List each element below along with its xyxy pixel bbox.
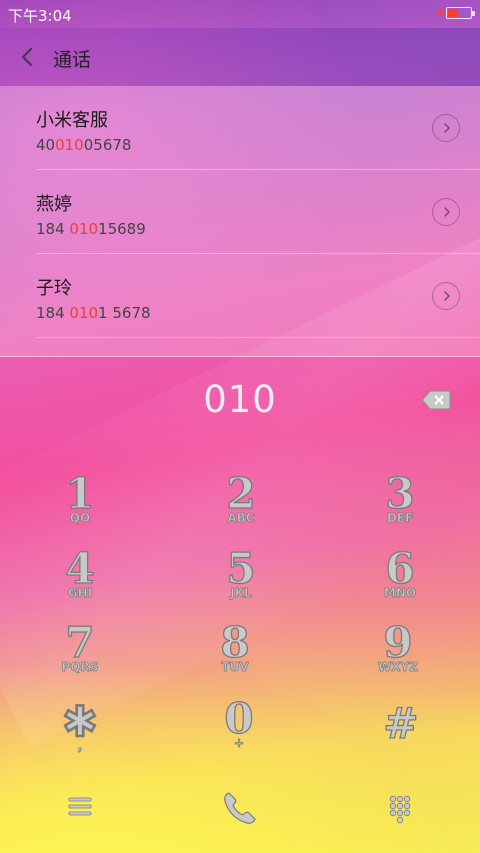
chevron-left-icon — [22, 48, 32, 66]
key-star[interactable]: ✱ , — [20, 699, 140, 772]
battery-charging-icon: + — [436, 5, 475, 19]
contact-detail-button[interactable] — [432, 114, 460, 142]
key-5[interactable]: 5 JKL — [181, 546, 301, 619]
chevron-right-icon — [444, 291, 450, 301]
contact-detail-button[interactable] — [432, 198, 460, 226]
back-button[interactable] — [14, 42, 42, 72]
key-9[interactable]: 9 WXYZ — [338, 620, 458, 693]
contact-detail-button[interactable] — [432, 282, 460, 310]
key-6[interactable]: 6 MNO — [340, 546, 460, 619]
call-button[interactable] — [216, 784, 264, 832]
keypad-toggle-button[interactable] — [376, 785, 424, 833]
row-divider — [36, 337, 480, 338]
backspace-icon — [421, 390, 451, 410]
contact-row[interactable]: 燕婷 184 01015689 — [0, 170, 480, 254]
key-3[interactable]: 3 DEF — [340, 471, 460, 544]
app-header: 通话 — [0, 28, 480, 86]
menu-icon — [68, 797, 92, 816]
key-1[interactable]: 1 QO — [20, 471, 140, 544]
match-highlight: 010 — [69, 304, 99, 322]
contact-row[interactable]: 子玲 184 0101 5678 — [0, 254, 480, 338]
dialer-separator — [0, 356, 480, 357]
phone-icon — [224, 792, 256, 824]
menu-button[interactable] — [56, 783, 104, 831]
dialed-number-display: 010 — [203, 378, 277, 421]
chevron-right-icon — [444, 123, 450, 133]
match-highlight: 010 — [55, 136, 84, 154]
key-4[interactable]: 4 GHI — [20, 546, 140, 619]
key-2[interactable]: 2 ABC — [181, 471, 301, 544]
contact-name: 子玲 — [36, 278, 72, 299]
key-7[interactable]: 7 PQRS — [20, 620, 140, 693]
dialpad-icon — [389, 795, 411, 824]
contact-name: 燕婷 — [36, 194, 72, 215]
contact-number: 4001005678 — [36, 136, 132, 154]
contact-number: 184 01015689 — [36, 220, 146, 238]
key-8[interactable]: 8 TUV — [175, 620, 295, 693]
contact-name: 小米客服 — [36, 110, 108, 131]
chevron-right-icon — [444, 207, 450, 217]
status-time: 下午3:04 — [8, 7, 72, 25]
contact-row[interactable]: 小米客服 4001005678 — [0, 86, 480, 170]
page-title: 通话 — [53, 49, 92, 71]
backspace-button[interactable] — [421, 390, 451, 410]
key-0[interactable]: 0 + — [179, 696, 299, 769]
contact-number: 184 0101 5678 — [36, 304, 151, 322]
status-bar: 下午3:04 + — [0, 0, 480, 28]
contact-results-list: 小米客服 4001005678 燕婷 184 01015689 子玲 184 0… — [0, 86, 480, 356]
match-highlight: 010 — [69, 220, 99, 238]
key-hash[interactable]: # — [341, 701, 461, 774]
